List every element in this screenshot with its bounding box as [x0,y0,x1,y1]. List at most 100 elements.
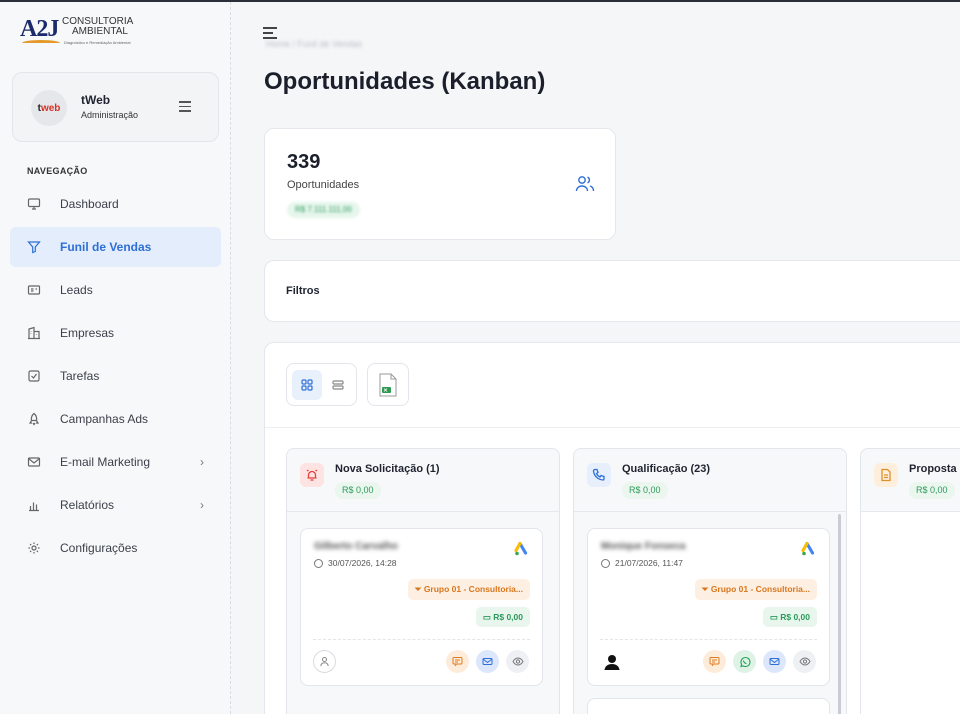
assign-user-button[interactable] [313,650,336,673]
opportunities-count: 339 [287,151,321,173]
export-excel-button[interactable] [367,363,409,406]
filters-title: Filtros [286,285,320,297]
card-group-text: Grupo 01 - Consultoria... [710,584,810,594]
sidebar-item-funil-de-vendas[interactable]: Funil de Vendas [10,227,221,267]
money-icon: ▭ [482,612,494,622]
google-ads-icon [514,541,530,557]
logo-line-2: AMBIENTAL [72,26,128,37]
excel-file-icon [379,373,397,396]
column-total-badge: R$ 0,00 [335,482,381,499]
card-date-text: 21/07/2026, 11:47 [615,558,683,568]
column-header: Nova Solicitação (1) R$ 0,00 [287,449,559,512]
card-value-text: R$ 0,00 [493,612,523,622]
sidebar: A2J CONSULTORIA AMBIENTAL Diagnóstico e … [0,2,231,714]
sidebar-item-empresas[interactable]: Empresas [10,313,221,353]
view-button[interactable] [793,650,816,673]
google-ads-icon [801,541,817,557]
page-title: Oportunidades (Kanban) [264,68,546,95]
building-icon [27,326,41,340]
eye-icon [798,657,811,666]
sidebar-item-label: Dashboard [60,197,119,211]
funnel-small-icon: ⏷ [414,584,424,594]
bar-chart-icon [27,498,41,512]
sidebar-item-tarefas[interactable]: Tarefas [10,356,221,396]
chevron-right-icon: › [200,498,204,512]
sidebar-item-label: Empresas [60,326,115,340]
opportunity-card-partial[interactable] [587,698,830,714]
profile-card[interactable]: t web tWeb Administração [12,72,219,142]
sidebar-item-campanhas-ads[interactable]: Campanhas Ads [10,399,221,439]
profile-name: tWeb [81,93,111,107]
nav-heading: NAVEGAÇÃO [27,166,88,176]
alarm-icon [300,463,324,487]
logo-tagline: Diagnóstico e Remediação Ambiental [64,40,131,45]
monitor-icon [27,197,41,211]
sidebar-item-dashboard[interactable]: Dashboard [10,184,221,224]
checkbox-icon [27,369,41,383]
mail-icon [769,658,780,665]
brand-logo[interactable]: A2J CONSULTORIA AMBIENTAL Diagnóstico e … [20,14,160,54]
funnel-small-icon: ⏷ [701,584,711,594]
card-date: 21/07/2026, 11:47 [601,558,683,568]
profile-role: Administração [81,110,139,120]
column-total-badge: R$ 0,00 [909,482,955,499]
opportunities-label: Oportunidades [287,179,360,191]
chevron-right-icon: › [200,455,204,469]
view-toggle-group [286,363,357,406]
profile-menu-icon[interactable] [179,101,191,112]
logo-mark: A2J [20,16,59,42]
card-date: 30/07/2026, 14:28 [314,558,397,568]
eye-icon [511,657,524,666]
kanban-view-button[interactable] [292,370,322,400]
sidebar-item-email-marketing[interactable]: E-mail Marketing › [10,442,221,482]
chat-button[interactable] [446,650,469,673]
card-value-badge: ▭ R$ 0,00 [762,607,817,627]
email-button[interactable] [476,650,499,673]
opportunities-stat-card: 339 Oportunidades R$ 7.111.111,00 [264,128,616,240]
gear-icon [27,541,41,555]
money-icon: ▭ [769,612,781,622]
user-outline-icon [320,657,329,667]
kanban-column-qualificacao: Qualificação (23) R$ 0,00 Monique Fonsec… [573,448,847,714]
envelope-icon [27,455,41,469]
card-group-text: Grupo 01 - Consultoria... [423,584,523,594]
card-group-badge: ⏷ Grupo 01 - Consultoria... [694,579,817,600]
sidebar-item-relatorios[interactable]: Relatórios › [10,485,221,525]
users-icon [575,175,595,193]
filters-panel[interactable]: Filtros [264,260,960,322]
column-title: Qualificação (23) [622,463,711,475]
toolbar-divider [265,427,960,428]
grid-icon [301,379,313,391]
whatsapp-icon [739,656,750,667]
sidebar-item-label: Funil de Vendas [60,240,152,254]
mail-icon [482,658,493,665]
column-scrollbar[interactable] [838,514,841,714]
list-icon [332,380,344,390]
card-divider [600,639,817,640]
whatsapp-button[interactable] [733,650,756,673]
assigned-user-avatar[interactable] [600,650,623,673]
sidebar-item-label: E-mail Marketing [60,455,151,469]
opportunity-card[interactable]: Gilberto Carvalho 30/07/2026, 14:28 ⏷ Gr… [300,528,543,686]
column-header: Qualificação (23) R$ 0,00 [574,449,846,512]
sidebar-item-label: Campanhas Ads [60,412,149,426]
breadcrumb[interactable]: Home / Funil de Vendas [266,39,362,49]
sidebar-item-leads[interactable]: Leads [10,270,221,310]
id-card-icon [27,283,41,297]
sidebar-item-label: Tarefas [60,369,100,383]
email-button[interactable] [763,650,786,673]
card-value-badge: ▭ R$ 0,00 [475,607,530,627]
menu-toggle-icon[interactable] [263,27,277,39]
chat-button[interactable] [703,650,726,673]
view-button[interactable] [506,650,529,673]
list-view-button[interactable] [323,370,353,400]
card-contact-name: Monique Fonseca [601,541,686,552]
sidebar-item-label: Leads [60,283,93,297]
rocket-icon [27,412,41,426]
filter-icon [27,240,41,254]
opportunity-card[interactable]: Monique Fonseca 21/07/2026, 11:47 ⏷ Grup… [587,528,830,686]
sidebar-item-configuracoes[interactable]: Configurações [10,528,221,568]
opportunities-total-badge: R$ 7.111.111,00 [287,202,360,218]
chat-icon [452,657,463,667]
phone-icon [587,463,611,487]
